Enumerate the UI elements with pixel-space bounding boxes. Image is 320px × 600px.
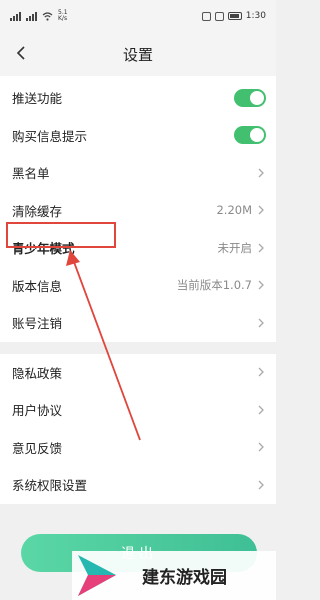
row-value: 未开启 [217, 240, 253, 255]
watermark-logo-icon [78, 555, 116, 596]
row-label: 清除缓存 [12, 203, 63, 219]
row-value: 当前版本1.0.7 [176, 278, 252, 293]
row-label: 购买信息提示 [12, 128, 88, 144]
push-toggle[interactable] [234, 88, 266, 107]
chevron-right-icon [258, 479, 266, 491]
nfc-icon [201, 11, 211, 21]
row-account-delete[interactable]: 账号注销 [0, 304, 276, 342]
row-label: 账号注销 [12, 316, 63, 332]
row-feedback[interactable]: 意见反馈 [0, 429, 276, 467]
row-blacklist[interactable]: 黑名单 [0, 154, 276, 192]
row-label: 推送功能 [12, 91, 63, 107]
page-title: 设置 [122, 45, 153, 64]
back-button[interactable] [8, 40, 34, 66]
row-label: 意见反馈 [12, 440, 63, 456]
chevron-left-icon [16, 46, 25, 60]
row-purchase-tip[interactable]: 购买信息提示 [0, 117, 276, 155]
wifi-icon [42, 11, 53, 21]
row-privacy[interactable]: 隐私政策 [0, 354, 276, 392]
row-value: 2.20M [216, 203, 252, 218]
row-label: 用户协议 [12, 403, 63, 419]
settings-group-legal: 隐私政策 用户协议 意见反馈 系统权限设置 [0, 353, 276, 504]
battery-icon [227, 12, 242, 20]
row-user-agreement[interactable]: 用户协议 [0, 391, 276, 429]
row-label: 隐私政策 [12, 365, 63, 381]
row-label: 系统权限设置 [12, 478, 88, 494]
row-teen-mode[interactable]: 青少年模式 未开启 [0, 229, 276, 267]
row-push[interactable]: 推送功能 [0, 79, 276, 117]
vibrate-icon [214, 11, 224, 21]
nav-bar: 设置 [0, 32, 276, 76]
chevron-right-icon [258, 366, 266, 378]
purchase-tip-toggle[interactable] [234, 126, 266, 145]
row-permissions[interactable]: 系统权限设置 [0, 466, 276, 504]
signal-2-icon [26, 11, 37, 21]
settings-group-main: 推送功能 购买信息提示 黑名单 清除缓存 2.20M 青少年模式 未开启 版本信… [0, 76, 276, 342]
watermark: 建东游戏园 [72, 551, 276, 600]
row-label: 版本信息 [12, 278, 63, 294]
row-version[interactable]: 版本信息 当前版本1.0.7 [0, 267, 276, 305]
signal-icon [10, 11, 21, 21]
watermark-text: 建东游戏园 [142, 568, 227, 588]
row-label: 青少年模式 [12, 241, 75, 257]
status-time: 1:30 [245, 11, 266, 21]
status-bar: 5.1 K/s 1:30 [0, 0, 276, 32]
chevron-right-icon [258, 404, 266, 416]
chevron-right-icon [258, 441, 266, 453]
chevron-right-icon [258, 204, 266, 216]
row-label: 黑名单 [12, 166, 50, 182]
chevron-right-icon [258, 279, 266, 291]
chevron-right-icon [258, 167, 266, 179]
chevron-right-icon [258, 317, 266, 329]
row-clear-cache[interactable]: 清除缓存 2.20M [0, 192, 276, 230]
network-speed: 5.1 K/s [58, 9, 68, 22]
chevron-right-icon [258, 242, 266, 254]
